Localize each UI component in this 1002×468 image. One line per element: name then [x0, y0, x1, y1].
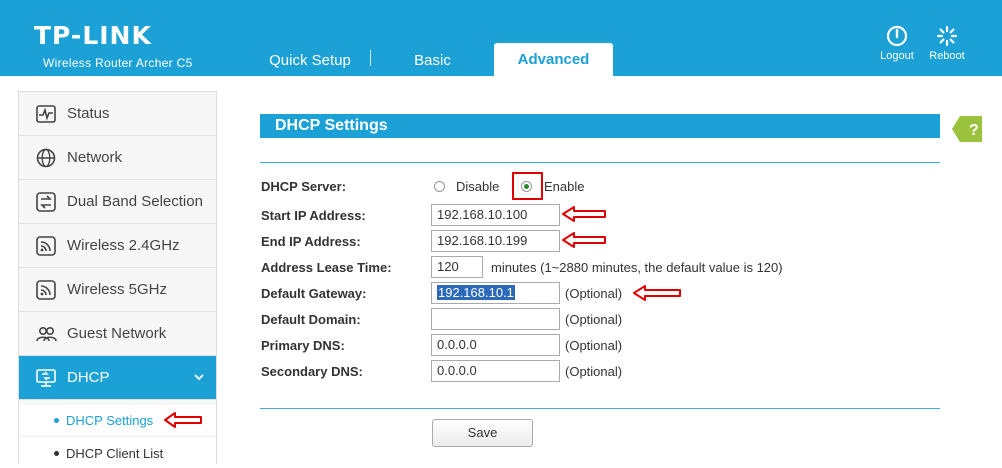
- users-icon: [36, 326, 57, 341]
- bullet-icon: [54, 417, 59, 423]
- chevron-down-icon: [194, 374, 204, 381]
- tab-advanced[interactable]: Advanced: [494, 43, 613, 76]
- annotation-arrow-icon: [164, 412, 202, 428]
- sidebar-item-network[interactable]: Network: [19, 136, 216, 180]
- power-icon: [886, 25, 908, 47]
- dhcp-disable-label: Disable: [456, 179, 500, 194]
- wireless-icon: [36, 279, 56, 300]
- logout-button[interactable]: Logout: [872, 25, 922, 62]
- sidebar-item-wireless-5[interactable]: Wireless 5GHz: [19, 268, 216, 312]
- monitor-icon: [36, 368, 56, 387]
- sidebar-item-dual-band[interactable]: Dual Band Selection: [19, 180, 216, 224]
- gateway-label: Default Gateway:: [261, 286, 367, 301]
- sidebar-item-dhcp[interactable]: DHCP: [19, 356, 216, 400]
- start-ip-field[interactable]: 192.168.10.100: [431, 204, 560, 226]
- status-icon: [36, 104, 56, 123]
- logout-label: Logout: [880, 50, 914, 62]
- sidebar-item-label: Guest Network: [67, 325, 167, 342]
- reboot-button[interactable]: Reboot: [922, 25, 972, 62]
- bullet-icon: [54, 450, 59, 456]
- sidebar-item-label: Wireless 5GHz: [67, 281, 168, 298]
- gateway-field[interactable]: 192.168.10.1: [431, 282, 560, 304]
- brand-logo: TP-LINK: [34, 21, 152, 50]
- annotation-arrow-icon: [562, 206, 606, 222]
- tab-basic[interactable]: Basic: [375, 44, 490, 76]
- domain-label: Default Domain:: [261, 312, 361, 327]
- sidebar-subitem-label: DHCP Settings: [66, 412, 154, 428]
- sidebar: Status Network Dual Band Selection Wirel…: [18, 91, 217, 468]
- primary-dns-optional-note: (Optional): [565, 338, 623, 353]
- sidebar-item-status[interactable]: Status: [19, 92, 216, 136]
- nav-divider: [370, 50, 371, 66]
- secondary-dns-label: Secondary DNS:: [261, 364, 363, 379]
- dhcp-enable-radio[interactable]: [521, 181, 532, 192]
- secondary-dns-optional-note: (Optional): [565, 364, 623, 379]
- primary-dns-label: Primary DNS:: [261, 338, 345, 353]
- sidebar-subitem-label: DHCP Client List: [66, 445, 164, 461]
- gateway-optional-note: (Optional): [565, 286, 623, 301]
- divider-top: [260, 162, 940, 163]
- lease-time-note: minutes (1~2880 minutes, the default val…: [491, 260, 783, 275]
- sidebar-item-label: Status: [67, 105, 110, 122]
- domain-field[interactable]: [431, 308, 560, 330]
- reboot-icon: [936, 25, 958, 47]
- lease-time-field[interactable]: 120: [431, 256, 483, 278]
- dhcp-disable-radio[interactable]: [434, 181, 445, 192]
- dhcp-server-label: DHCP Server:: [261, 179, 347, 194]
- wireless-icon: [36, 235, 56, 256]
- tab-quick-setup[interactable]: Quick Setup: [250, 44, 370, 76]
- sidebar-item-label: Wireless 2.4GHz: [67, 237, 180, 254]
- section-title: DHCP Settings: [260, 114, 940, 138]
- dual-band-icon: [36, 191, 56, 212]
- annotation-arrow-icon: [633, 285, 681, 301]
- secondary-dns-field[interactable]: 0.0.0.0: [431, 360, 560, 382]
- reboot-label: Reboot: [929, 50, 965, 62]
- lease-time-label: Address Lease Time:: [261, 260, 392, 275]
- sidebar-item-guest-network[interactable]: Guest Network: [19, 312, 216, 356]
- divider-bottom: [260, 408, 940, 409]
- save-button[interactable]: Save: [432, 419, 533, 447]
- start-ip-label: Start IP Address:: [261, 208, 366, 223]
- domain-optional-note: (Optional): [565, 312, 623, 327]
- end-ip-label: End IP Address:: [261, 234, 361, 249]
- help-icon[interactable]: ?: [952, 116, 982, 142]
- help-mark: ?: [969, 122, 979, 139]
- end-ip-field[interactable]: 192.168.10.199: [431, 230, 560, 252]
- globe-icon: [36, 148, 56, 167]
- top-header: TP-LINK Wireless Router Archer C5 Quick …: [0, 0, 1002, 76]
- router-model: Wireless Router Archer C5: [43, 56, 193, 70]
- annotation-arrow-icon: [562, 232, 606, 248]
- gateway-value: 192.168.10.1: [437, 285, 515, 300]
- sidebar-item-wireless-24[interactable]: Wireless 2.4GHz: [19, 224, 216, 268]
- sidebar-item-label: Network: [67, 149, 123, 166]
- primary-dns-field[interactable]: 0.0.0.0: [431, 334, 560, 356]
- sidebar-item-label: Dual Band Selection: [67, 193, 203, 210]
- dhcp-enable-label: Enable: [544, 179, 585, 194]
- sidebar-item-label: DHCP: [67, 369, 110, 386]
